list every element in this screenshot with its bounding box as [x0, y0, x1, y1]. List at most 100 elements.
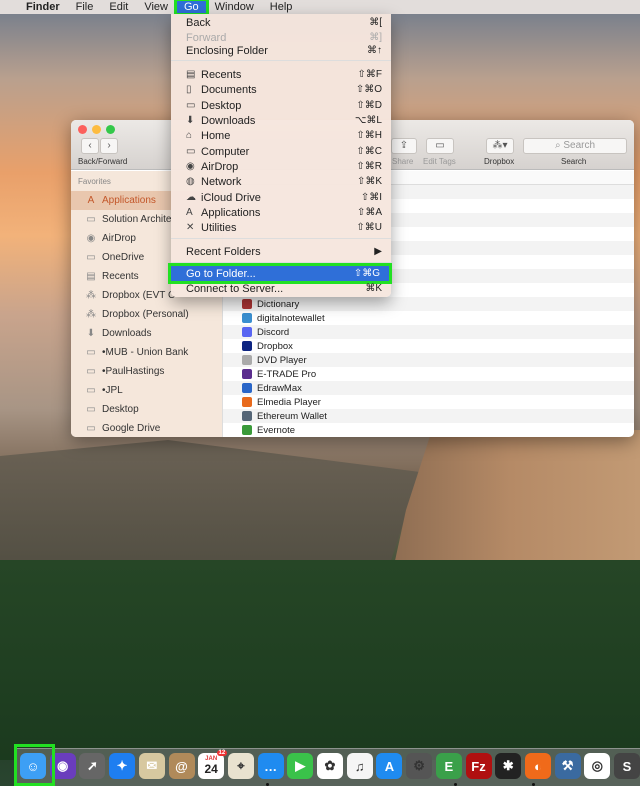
- recents-icon: ▤: [186, 69, 196, 80]
- dock-sublime-text-icon[interactable]: S: [614, 753, 640, 779]
- sidebar-item[interactable]: ▭ Google Drive: [71, 419, 222, 437]
- menu-item-back[interactable]: Back ⌘[: [171, 15, 391, 30]
- dock-firefox-icon[interactable]: ◐: [524, 753, 551, 779]
- app-icon: [242, 299, 252, 309]
- list-row[interactable]: DVD Player: [223, 353, 634, 367]
- dock-app-store-icon[interactable]: A: [376, 753, 403, 779]
- menu-item-utilities[interactable]: ✕ Utilities ⇧⌘U: [171, 220, 391, 235]
- menu-help[interactable]: Help: [262, 0, 301, 14]
- calendar-badge: 12: [216, 750, 228, 756]
- sidebar-item[interactable]: ▭ Desktop: [71, 400, 222, 419]
- edit-tags-button[interactable]: ▭: [426, 138, 454, 154]
- share-button[interactable]: ⇪: [391, 138, 417, 154]
- sidebar-item[interactable]: ⁂ Dropbox (Personal): [71, 305, 222, 324]
- home-icon: ⌂: [186, 130, 193, 141]
- menu-edit[interactable]: Edit: [101, 0, 136, 14]
- dock-chrome-icon[interactable]: ◎: [584, 753, 611, 779]
- app-icon: [242, 341, 252, 351]
- back-button[interactable]: ‹: [81, 138, 99, 154]
- menu-item-desktop[interactable]: ▭ Desktop ⇧⌘D: [171, 98, 391, 113]
- computer-icon: ▭: [186, 146, 196, 157]
- menu-item-shortcut: ⌥⌘L: [354, 115, 382, 126]
- sidebar-item[interactable]: ▭ •JPL: [71, 381, 222, 400]
- search-field[interactable]: ⌕ Search: [523, 138, 627, 154]
- menu-item-connect-to-server[interactable]: Connect to Server... ⌘K: [171, 281, 391, 296]
- menu-item-recent-folders[interactable]: Recent Folders ▶: [171, 244, 391, 259]
- folder-icon: ⁂: [86, 290, 96, 301]
- menu-item-documents[interactable]: ▯ Documents ⇧⌘O: [171, 82, 391, 97]
- list-row[interactable]: E-TRADE Pro: [223, 367, 634, 381]
- dock-e-trade-pro-icon[interactable]: ✱: [495, 753, 522, 779]
- list-row[interactable]: Dropbox: [223, 339, 634, 353]
- wallpaper-forest: [0, 560, 640, 760]
- dock-evernote-icon[interactable]: E: [435, 753, 462, 779]
- dock-photos-icon[interactable]: ✿: [317, 753, 343, 779]
- menu-item-recents[interactable]: ▤ Recents ⇧⌘F: [171, 67, 391, 82]
- dock-itunes-icon[interactable]: ♫: [346, 753, 373, 779]
- menu-item-shortcut: ⌘[: [369, 17, 382, 28]
- menu-item-shortcut: ⇧⌘C: [356, 146, 382, 157]
- list-row[interactable]: Elmedia Player: [223, 395, 634, 409]
- menu-item-label-wrap: ☁ iCloud Drive: [186, 192, 361, 204]
- applications-icon: A: [186, 207, 193, 218]
- list-row[interactable]: EdrawMax: [223, 381, 634, 395]
- menu-item-label-wrap: ◍ Network: [186, 176, 357, 188]
- menu-item-shortcut: ⇧⌘H: [356, 130, 382, 141]
- menu-item-label-wrap: ▯ Documents: [186, 84, 356, 96]
- menu-view[interactable]: View: [136, 0, 176, 14]
- list-row[interactable]: Ethereum Wallet: [223, 409, 634, 423]
- zoom-button[interactable]: [106, 125, 115, 134]
- dock-maps-icon[interactable]: ⌖: [227, 753, 254, 779]
- menu-item-label-wrap: ◉ AirDrop: [186, 161, 356, 173]
- file-name: E-TRADE Pro: [257, 368, 317, 380]
- menu-item-network[interactable]: ◍ Network ⇧⌘K: [171, 174, 391, 189]
- list-row[interactable]: Dictionary: [223, 297, 634, 311]
- dock-contacts-icon[interactable]: @: [168, 753, 195, 779]
- menu-item-downloads[interactable]: ⬇ Downloads ⌥⌘L: [171, 113, 391, 128]
- menu-item-enclosing-folder[interactable]: Enclosing Folder ⌘↑: [171, 43, 391, 58]
- menu-item-label: Applications: [201, 206, 261, 219]
- folder-icon: ⁂: [86, 309, 96, 320]
- menu-separator: [171, 238, 391, 239]
- menu-item-home[interactable]: ⌂ Home ⇧⌘H: [171, 128, 391, 143]
- menu-go[interactable]: Go: [174, 0, 209, 16]
- dropbox-button[interactable]: ⁂▾: [486, 138, 514, 154]
- list-row[interactable]: Discord: [223, 325, 634, 339]
- dock-mail-icon[interactable]: ✉: [138, 753, 165, 779]
- dock-xcode-icon[interactable]: ⚒: [554, 753, 581, 779]
- minimize-button[interactable]: [92, 125, 101, 134]
- sidebar-item[interactable]: ▭ •PaulHastings: [71, 362, 222, 381]
- menu-item-airdrop[interactable]: ◉ AirDrop ⇧⌘R: [171, 159, 391, 174]
- menu-separator: [171, 60, 391, 61]
- file-name: DVD Player: [257, 354, 307, 366]
- close-button[interactable]: [78, 125, 87, 134]
- sidebar-item[interactable]: ▭ •MUB - Union Bank: [71, 343, 222, 362]
- app-icon: [242, 355, 252, 365]
- menu-file[interactable]: File: [68, 0, 102, 14]
- app-icon: [242, 411, 252, 421]
- menu-item-go-to-folder[interactable]: Go to Folder... ⇧⌘G: [168, 263, 392, 284]
- dock-system-preferences-icon[interactable]: ⚙: [406, 753, 433, 779]
- file-name: Evernote: [257, 424, 296, 436]
- forward-button[interactable]: ›: [100, 138, 118, 154]
- menu-item-computer[interactable]: ▭ Computer ⇧⌘C: [171, 144, 391, 159]
- dock-messages-icon[interactable]: …: [257, 753, 284, 779]
- menu-window[interactable]: Window: [207, 0, 262, 14]
- dock-filezilla-icon[interactable]: Fz: [465, 753, 492, 779]
- dock: ☺ ◉ ➚ ✦ ✉ @ JAN 24 12 ⌖… ▶ ✿ ♫ A ⚙ E Fz ✱ ◐ ⚒ ◎ S: [14, 748, 640, 786]
- file-name: Dictionary: [257, 298, 300, 310]
- menu-item-icloud-drive[interactable]: ☁ iCloud Drive ⇧⌘I: [171, 190, 391, 205]
- menu-finder[interactable]: Finder: [18, 0, 68, 14]
- app-icon: [242, 313, 252, 323]
- menu-item-applications[interactable]: A Applications ⇧⌘A: [171, 205, 391, 220]
- edit-tags-label: Edit Tags: [423, 157, 456, 166]
- list-row[interactable]: digitalnotewallet: [223, 311, 634, 325]
- sidebar-item-label: •PaulHastings: [102, 366, 165, 377]
- app-icon: [242, 369, 252, 379]
- sidebar-item[interactable]: ⬇ Downloads: [71, 324, 222, 343]
- dock-calendar-icon[interactable]: JAN 24 12: [198, 750, 228, 779]
- dock-safari-icon[interactable]: ✦: [109, 753, 136, 779]
- dock-facetime-icon[interactable]: ▶: [287, 753, 314, 779]
- list-row[interactable]: Evernote: [223, 423, 634, 437]
- dock-launchpad-icon[interactable]: ➚: [79, 753, 106, 779]
